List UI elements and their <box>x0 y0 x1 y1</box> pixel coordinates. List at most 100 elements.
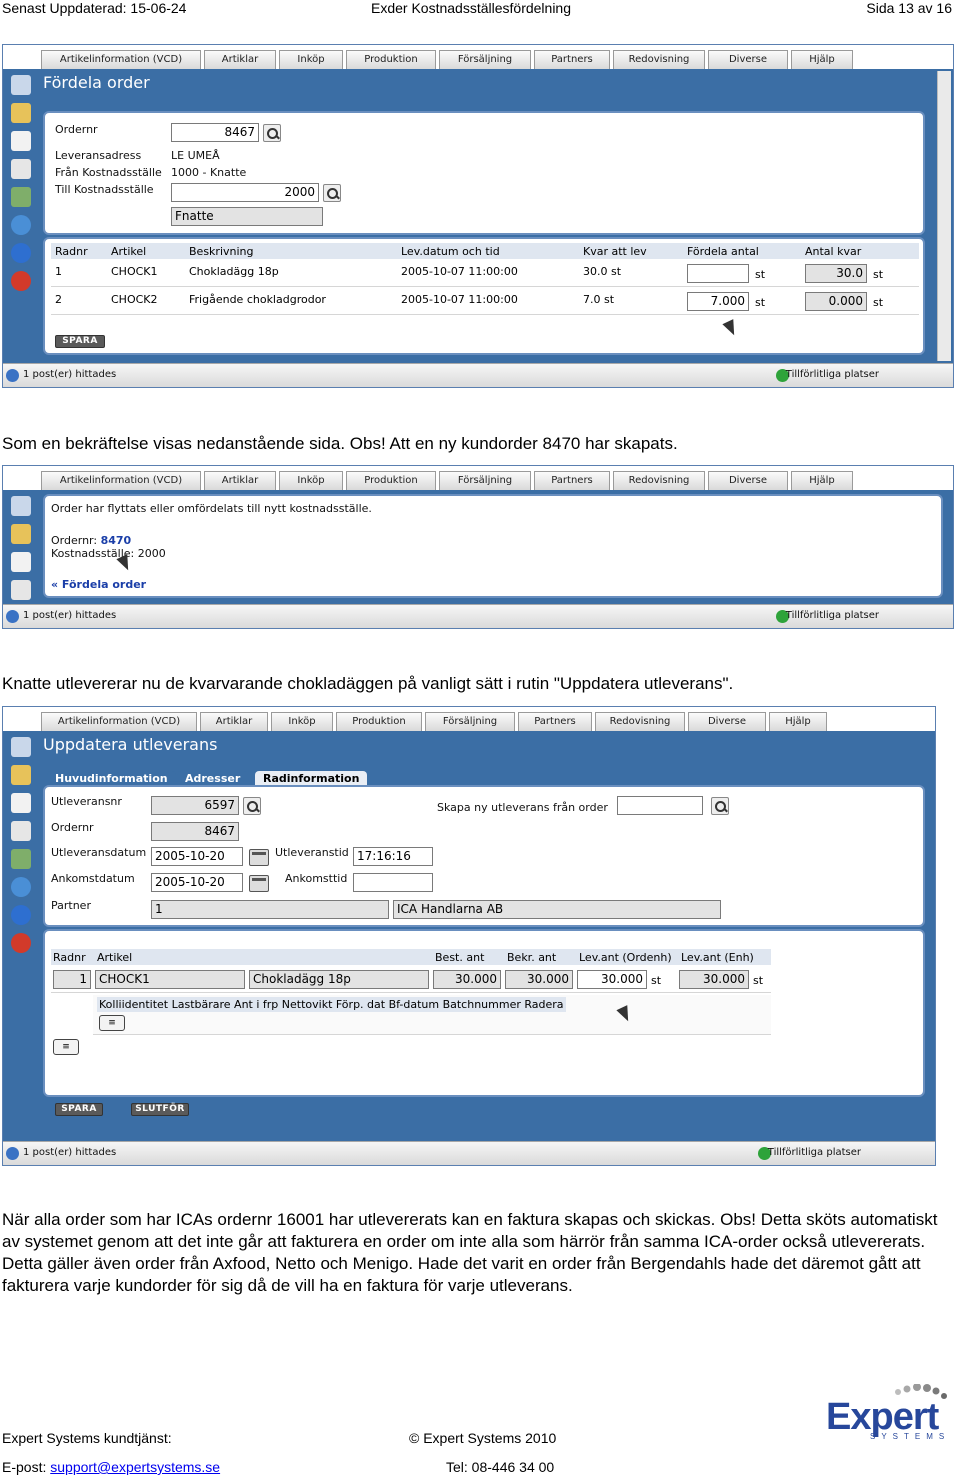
tab-diverse[interactable]: Diverse <box>688 712 766 731</box>
power-icon[interactable] <box>11 933 31 953</box>
dollar-icon[interactable] <box>11 215 31 235</box>
tab-produktion[interactable]: Produktion <box>346 471 436 490</box>
paragraph-confirmation: Som en bekräftelse visas nedanstående si… <box>2 434 678 453</box>
col-levant-enh: Lev.ant (Enh) <box>681 951 754 964</box>
antal-kvar-value: 30.0 <box>805 264 867 283</box>
chart-icon[interactable] <box>11 103 31 123</box>
tab-inkop[interactable]: Inköp <box>271 712 333 731</box>
col-artikel: Artikel <box>97 951 133 964</box>
col-radnr: Radnr <box>53 951 86 964</box>
tab-artiklar[interactable]: Artiklar <box>204 471 276 490</box>
tab-forsaljning[interactable]: Försäljning <box>439 50 531 69</box>
list-icon[interactable] <box>11 580 31 600</box>
save-button[interactable]: SPARA <box>55 335 105 348</box>
col-artikel: Artikel <box>111 245 147 258</box>
subtab-huvudinformation[interactable]: Huvudinformation <box>47 771 176 786</box>
help-icon[interactable] <box>11 905 31 925</box>
back-link[interactable]: « Fördela order <box>51 578 146 591</box>
home-icon[interactable] <box>11 496 31 516</box>
tab-artikelinformation[interactable]: Artikelinformation (VCD) <box>41 471 201 490</box>
calendar-icon[interactable] <box>249 875 269 892</box>
tab-diverse[interactable]: Diverse <box>708 471 788 490</box>
email-link[interactable]: support@expertsystems.se <box>50 1459 220 1475</box>
mouse-cursor-icon <box>722 319 740 338</box>
tab-artikelinformation[interactable]: Artikelinformation (VCD) <box>41 50 201 69</box>
tab-diverse[interactable]: Diverse <box>708 50 788 69</box>
tab-partners[interactable]: Partners <box>518 712 592 731</box>
tab-partners[interactable]: Partners <box>534 50 610 69</box>
tab-partners[interactable]: Partners <box>534 471 610 490</box>
home-icon[interactable] <box>11 75 31 95</box>
col-bekr-ant: Bekr. ant <box>507 951 557 964</box>
search-icon[interactable] <box>263 124 281 142</box>
ankomstdatum-input[interactable]: 2005-10-20 <box>151 873 243 892</box>
footer-email-label: E-post: <box>2 1459 51 1475</box>
tab-inkop[interactable]: Inköp <box>279 471 343 490</box>
tab-redovisning[interactable]: Redovisning <box>613 50 705 69</box>
tab-artikelinformation[interactable]: Artikelinformation (VCD) <box>41 712 197 731</box>
tab-redovisning[interactable]: Redovisning <box>595 712 685 731</box>
fordela-input[interactable]: 7.000 <box>687 292 749 311</box>
subtab-radinformation[interactable]: Radinformation <box>255 771 368 786</box>
table-header: Radnr Artikel Beskrivning Lev.datum och … <box>51 243 919 259</box>
home-icon[interactable] <box>11 737 31 757</box>
edit-icon[interactable] <box>11 552 31 572</box>
power-icon[interactable] <box>11 271 31 291</box>
to-kst-input[interactable]: 2000 <box>171 183 319 202</box>
header-form-panel: Utleveransnr 6597 Ordernr 8467 Utleveran… <box>43 785 925 927</box>
subtabs: Huvudinformation Adresser Radinformation <box>47 771 387 786</box>
fordela-input[interactable] <box>687 264 749 283</box>
tab-redovisning[interactable]: Redovisning <box>613 471 705 490</box>
add-row-icon[interactable]: ≡ <box>99 1015 125 1031</box>
chart-icon[interactable] <box>11 524 31 544</box>
search-icon[interactable] <box>243 797 261 815</box>
help-icon[interactable] <box>11 243 31 263</box>
tab-hjalp[interactable]: Hjälp <box>791 50 853 69</box>
utleveranstid-label: Utleveranstid <box>275 846 349 859</box>
skapa-utleverans-input[interactable] <box>617 796 703 815</box>
utleveranstid-input[interactable]: 17:16:16 <box>353 847 433 866</box>
truck-icon[interactable] <box>11 849 31 869</box>
screenshot-confirmation: Artikelinformation (VCD) Artiklar Inköp … <box>2 465 954 629</box>
list-icon[interactable] <box>11 821 31 841</box>
list-icon[interactable] <box>11 159 31 179</box>
tab-forsaljning[interactable]: Försäljning <box>439 471 531 490</box>
add-row-icon[interactable]: ≡ <box>53 1039 79 1055</box>
ordernr-link[interactable]: 8470 <box>101 534 132 547</box>
edit-icon[interactable] <box>11 793 31 813</box>
tab-hjalp[interactable]: Hjälp <box>791 471 853 490</box>
col-radnr: Radnr <box>55 245 88 258</box>
to-kst-name: Fnatte <box>171 207 323 226</box>
tab-produktion[interactable]: Produktion <box>346 50 436 69</box>
subtab-adresser[interactable]: Adresser <box>177 771 249 786</box>
tab-artiklar[interactable]: Artiklar <box>200 712 268 731</box>
utleveransdatum-label: Utleveransdatum <box>51 846 147 859</box>
status-left: 1 post(er) hittades <box>23 610 117 621</box>
search-icon[interactable] <box>323 184 341 202</box>
tab-produktion[interactable]: Produktion <box>336 712 422 731</box>
ordernr-label: Ordernr: <box>51 534 98 547</box>
paragraph-invoice-info: När alla order som har ICAs ordernr 1600… <box>2 1210 938 1295</box>
header-updated: Senast Uppdaterad: 15-06-24 <box>2 0 187 16</box>
ankomsttid-input[interactable] <box>353 873 433 892</box>
chart-icon[interactable] <box>11 765 31 785</box>
truck-icon[interactable] <box>11 187 31 207</box>
col-levdatum: Lev.datum och tid <box>401 245 500 258</box>
tab-forsaljning[interactable]: Försäljning <box>425 712 515 731</box>
tab-hjalp[interactable]: Hjälp <box>769 712 827 731</box>
ordernr-input[interactable]: 8467 <box>171 123 259 142</box>
dollar-icon[interactable] <box>11 877 31 897</box>
edit-icon[interactable] <box>11 131 31 151</box>
save-button[interactable]: SPARA <box>55 1103 103 1116</box>
col-fordela: Fördela antal <box>687 245 759 258</box>
calendar-icon[interactable] <box>249 849 269 866</box>
finish-button[interactable]: SLUTFÖR <box>131 1103 189 1116</box>
tab-artiklar[interactable]: Artiklar <box>204 50 276 69</box>
status-bar: 1 post(er) hittades Tillförlitliga plats… <box>3 604 953 628</box>
scrollbar[interactable] <box>937 71 951 361</box>
utleveransdatum-input[interactable]: 2005-10-20 <box>151 847 243 866</box>
tab-inkop[interactable]: Inköp <box>279 50 343 69</box>
levant-ordenh-input[interactable]: 30.000 <box>577 970 647 989</box>
left-toolbar <box>3 69 37 363</box>
search-icon[interactable] <box>711 797 729 815</box>
